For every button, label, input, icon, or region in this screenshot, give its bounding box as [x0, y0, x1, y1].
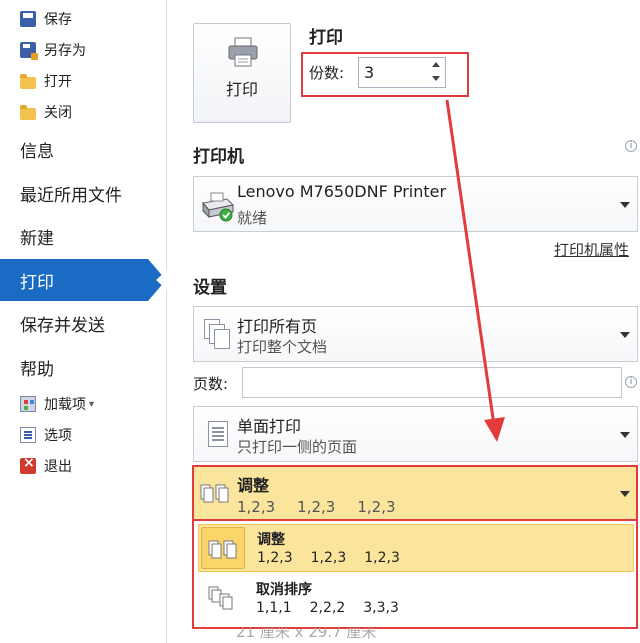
chevron-down-icon	[620, 491, 630, 497]
sidebar-item-label: 选项	[44, 428, 72, 444]
option-sequence: 1,1,1 2,2,2 3,3,3	[256, 600, 399, 616]
print-heading: 打印	[309, 28, 343, 48]
collate-sequence: 1,2,3 1,2,3 1,2,3	[237, 498, 396, 516]
sidebar-item-label: 退出	[44, 459, 72, 475]
printer-device-icon	[202, 192, 235, 222]
sidebar-item-label: 另存为	[44, 43, 86, 59]
backstage-sidebar: 保存 另存为 打开 关闭 信息 最近所用文件 新建 打印 保存并发送 帮助 加载…	[0, 0, 167, 643]
sidebar-item-label: 帮助	[20, 359, 54, 380]
sides-title: 单面打印	[237, 417, 302, 436]
sidebar-item-print[interactable]: 打印	[0, 259, 148, 301]
settings-heading: 设置	[193, 278, 227, 298]
collate-title: 调整	[237, 476, 270, 495]
pages-input[interactable]	[242, 367, 622, 398]
printer-status: 就绪	[237, 209, 268, 227]
sidebar-item-add-ins[interactable]: 加载项 ▾	[20, 393, 94, 415]
sequence-item: 1,2,3	[357, 498, 396, 516]
sidebar-item-close[interactable]: 关闭	[20, 101, 72, 123]
spin-down-icon[interactable]	[432, 76, 440, 81]
printer-properties-link[interactable]: 打印机属性	[554, 239, 629, 260]
option-title: 调整	[257, 532, 285, 548]
collate-option-uncollated[interactable]: 取消排序 1,1,1 2,2,2 3,3,3	[198, 575, 634, 623]
chevron-down-icon	[620, 332, 630, 338]
print-range-subtitle: 打印整个文档	[237, 338, 328, 356]
collate-dropdown[interactable]: 调整 1,2,3 1,2,3 1,2,3	[192, 465, 638, 521]
sidebar-item-save[interactable]: 保存	[20, 8, 72, 30]
option-sequence: 1,2,3 1,2,3 1,2,3	[257, 550, 400, 566]
collate-option-collated[interactable]: 调整 1,2,3 1,2,3 1,2,3	[198, 524, 634, 572]
printer-dropdown[interactable]: Lenovo M7650DNF Printer 就绪	[193, 176, 638, 232]
sidebar-item-label: 保存并发送	[20, 315, 105, 336]
options-icon	[20, 427, 36, 443]
printer-name: Lenovo M7650DNF Printer	[237, 182, 447, 201]
sidebar-item-label: 加载项	[44, 397, 86, 413]
sequence-item: 1,2,3	[297, 498, 336, 516]
sequence-item: 1,1,1	[256, 600, 292, 616]
sidebar-item-label: 关闭	[44, 105, 72, 121]
copies-spinner[interactable]	[428, 59, 444, 86]
sidebar-item-label: 信息	[20, 141, 54, 162]
sides-dropdown[interactable]: 单面打印 只打印一侧的页面	[193, 406, 638, 462]
sidebar-item-label: 最近所用文件	[20, 185, 122, 206]
print-range-dropdown[interactable]: 打印所有页 打印整个文档	[193, 306, 638, 362]
option-title: 取消排序	[256, 582, 312, 598]
sides-subtitle: 只打印一侧的页面	[237, 438, 358, 456]
sequence-item: 1,2,3	[257, 550, 293, 566]
save-as-icon	[20, 42, 38, 60]
sidebar-item-help[interactable]: 帮助	[20, 352, 54, 382]
exit-icon	[20, 455, 36, 474]
save-icon	[20, 11, 36, 27]
sequence-item: 1,2,3	[237, 498, 276, 516]
printer-heading: 打印机	[193, 147, 244, 167]
chevron-down-icon	[620, 432, 630, 438]
sidebar-item-new[interactable]: 新建	[20, 221, 54, 251]
print-button[interactable]: 打印	[193, 23, 291, 123]
print-range-title: 打印所有页	[237, 317, 318, 336]
sidebar-item-recent[interactable]: 最近所用文件	[20, 178, 122, 208]
paper-size-text: 21 厘米 x 29.7 厘米	[236, 628, 377, 641]
print-button-label: 打印	[225, 80, 258, 99]
collated-icon	[201, 527, 245, 569]
spin-up-icon[interactable]	[432, 62, 440, 67]
sequence-item: 1,2,3	[310, 550, 347, 566]
add-ins-icon	[20, 396, 36, 412]
sidebar-item-save-send[interactable]: 保存并发送	[20, 308, 105, 338]
sidebar-item-save-as[interactable]: 另存为	[20, 39, 86, 61]
sidebar-item-label: 打印	[20, 272, 54, 293]
open-folder-icon	[20, 73, 36, 89]
sequence-item: 2,2,2	[309, 600, 346, 616]
info-icon[interactable]: i	[625, 376, 637, 388]
single-sided-icon	[204, 419, 230, 449]
copies-value: 3	[364, 63, 375, 82]
sidebar-item-label: 打开	[44, 74, 72, 90]
active-tab-notch	[156, 270, 167, 290]
sidebar-item-options[interactable]: 选项	[20, 424, 72, 446]
sidebar-item-label: 新建	[20, 228, 54, 249]
pages-label: 页数:	[193, 375, 229, 393]
sidebar-item-open[interactable]: 打开	[20, 70, 72, 92]
close-folder-icon	[20, 104, 36, 120]
sidebar-item-exit[interactable]: 退出	[20, 455, 72, 477]
sidebar-item-label: 保存	[44, 12, 72, 28]
sidebar-item-info[interactable]: 信息	[20, 134, 54, 164]
copies-label: 份数:	[309, 64, 345, 82]
collate-options-list: 调整 1,2,3 1,2,3 1,2,3 取消排序 1,1,1 2,2,2 3,…	[192, 521, 638, 629]
sequence-item: 3,3,3	[363, 600, 399, 616]
chevron-down-icon: ▾	[89, 398, 95, 410]
chevron-down-icon	[620, 202, 630, 208]
uncollated-icon	[200, 577, 244, 619]
info-icon[interactable]: i	[625, 140, 637, 152]
collated-icon	[200, 484, 229, 503]
pages-icon	[204, 319, 230, 349]
sequence-item: 1,2,3	[364, 550, 400, 566]
printer-icon	[228, 37, 258, 67]
